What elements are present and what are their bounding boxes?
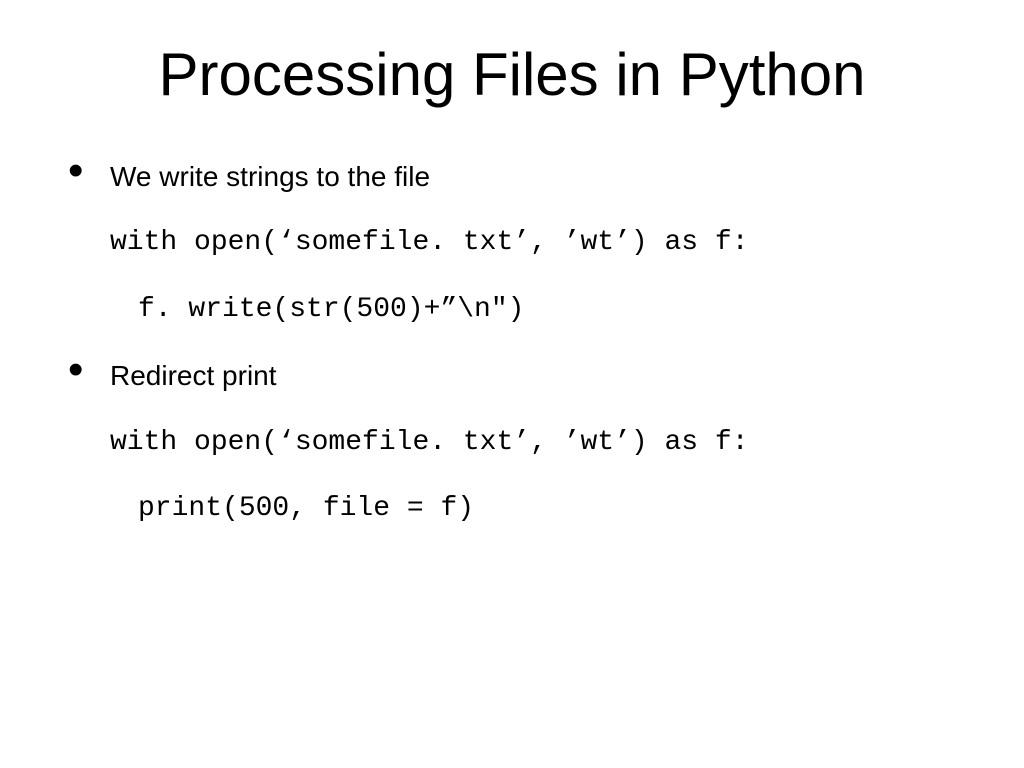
bullet-text: We write strings to the file	[110, 159, 964, 195]
bullet-text: Redirect print	[110, 358, 964, 394]
bullet-item: Redirect print with open(‘somefile. txt’…	[110, 358, 964, 527]
code-line: with open(‘somefile. txt’, ’wt’) as f:	[110, 225, 964, 261]
bullet-item: We write strings to the file with open(‘…	[110, 159, 964, 328]
code-line: print(500, file = f)	[110, 491, 964, 527]
code-line: f. write(str(500)+”\n")	[110, 292, 964, 328]
slide-title: Processing Files in Python	[60, 40, 964, 109]
slide: Processing Files in Python We write stri…	[0, 0, 1024, 768]
bullet-list: We write strings to the file with open(‘…	[60, 159, 964, 527]
code-line: with open(‘somefile. txt’, ’wt’) as f:	[110, 425, 964, 461]
